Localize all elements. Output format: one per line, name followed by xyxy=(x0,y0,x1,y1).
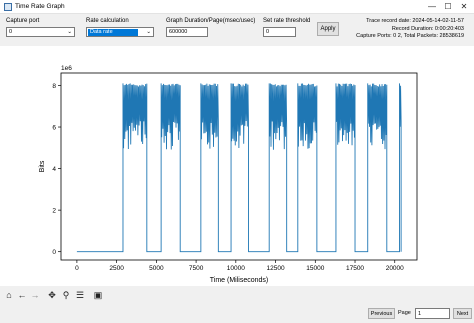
threshold-field[interactable] xyxy=(263,27,296,37)
rate-chart[interactable]: 0 2500 5000 7500 10000 12500 15000 17500 20000 0… xyxy=(0,46,474,286)
y-tick-label: 2 xyxy=(52,207,56,214)
y-axis-label: Bits xyxy=(39,160,46,172)
x-tick-label: 20000 xyxy=(386,265,404,272)
capture-port-label: Capture port xyxy=(6,18,40,24)
page-input[interactable] xyxy=(416,309,449,318)
chevron-down-icon: ⌄ xyxy=(146,29,151,35)
threshold-label: Set rate threshold xyxy=(263,18,311,24)
data-rate-series xyxy=(76,83,402,253)
capture-port-select[interactable]: 0 ⌄ xyxy=(6,27,75,37)
y-tick-label: 6 xyxy=(52,124,56,131)
y-exponent-label: 1e6 xyxy=(61,65,72,72)
y-tick-label: 0 xyxy=(52,249,56,256)
plot-area[interactable]: 0 2500 5000 7500 10000 12500 15000 17500 20000 0… xyxy=(0,46,474,286)
previous-button[interactable]: Previous xyxy=(368,308,395,319)
save-icon[interactable]: ▣ xyxy=(92,289,104,301)
x-tick-label: 0 xyxy=(75,265,79,272)
title-bar: Time Rate Graph — ☐ ✕ xyxy=(0,0,474,14)
x-axis-label: Time (Miliseconds) xyxy=(210,277,268,284)
threshold-input[interactable] xyxy=(264,28,295,36)
back-arrow-icon[interactable]: ← xyxy=(16,289,28,301)
x-tick-label: 2500 xyxy=(109,265,124,272)
capture-ports-text: Capture Ports: 0 2, Total Packets: 28538… xyxy=(356,33,464,39)
record-duration-text: Record Duration: 0:00:20:403 xyxy=(391,25,464,32)
configure-subplots-icon[interactable]: ☰ xyxy=(74,289,86,301)
close-button[interactable]: ✕ xyxy=(456,0,472,14)
graph-duration-field[interactable] xyxy=(166,27,208,37)
x-tick-label: 17500 xyxy=(346,265,364,272)
x-tick-label: 15000 xyxy=(306,265,324,272)
pan-icon[interactable]: ✥ xyxy=(46,289,58,301)
page-label: Page xyxy=(398,310,411,316)
rate-calc-value: Data rate xyxy=(88,29,138,36)
zoom-icon[interactable]: ⚲ xyxy=(60,289,72,301)
graph-duration-label: Graph Duration/Page(msec/usec) xyxy=(166,18,256,24)
x-tick-label: 10000 xyxy=(227,265,245,272)
trace-info: Trace record date: 2024-05-14-02-11-57 R… xyxy=(356,18,464,41)
next-button[interactable]: Next xyxy=(453,308,472,319)
x-tick-label: 12500 xyxy=(267,265,285,272)
trace-date-text: Trace record date: 2024-05-14-02-11-57 xyxy=(366,18,464,24)
window-title: Time Rate Graph xyxy=(15,3,65,10)
page-field[interactable] xyxy=(415,308,450,319)
apply-button[interactable]: Apply xyxy=(317,22,339,36)
y-tick-label: 8 xyxy=(52,83,56,90)
rate-calc-label: Rate calculation xyxy=(86,18,129,24)
pager: Previous Page Next xyxy=(0,304,474,323)
maximize-button[interactable]: ☐ xyxy=(440,0,456,14)
forward-arrow-icon[interactable]: → xyxy=(29,289,41,301)
graph-duration-input[interactable] xyxy=(167,28,207,36)
capture-port-value: 0 xyxy=(9,29,13,35)
chevron-down-icon: ⌄ xyxy=(67,29,72,35)
x-tick-label: 7500 xyxy=(189,265,204,272)
controls-panel: Capture port 0 ⌄ Rate calculation Data r… xyxy=(0,14,474,46)
y-tick-label: 4 xyxy=(52,166,56,173)
navigation-toolbar: ⌂ ← → ✥ ⚲ ☰ ▣ xyxy=(0,287,474,303)
minimize-button[interactable]: — xyxy=(424,0,440,14)
app-icon xyxy=(4,3,12,11)
home-icon[interactable]: ⌂ xyxy=(3,289,15,301)
x-tick-label: 5000 xyxy=(149,265,164,272)
rate-calc-select[interactable]: Data rate ⌄ xyxy=(86,27,154,37)
